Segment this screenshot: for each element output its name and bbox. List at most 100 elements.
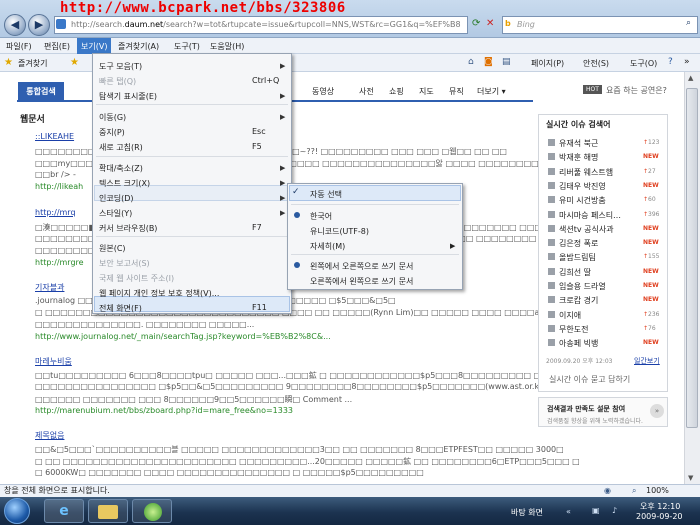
result-title[interactable]: ::LIKEAHE [35, 132, 74, 141]
issue-keyword-link[interactable]: 아송페 빅뱅 [559, 338, 598, 349]
add-favorite-icon[interactable]: ★ [70, 57, 79, 68]
survey-title: 검색결과 만족도 설문 참여 [547, 405, 626, 413]
view-menu-item[interactable]: 이동(G) [99, 112, 126, 123]
explorer-taskbar-button[interactable] [88, 499, 128, 523]
media-taskbar-button[interactable] [132, 499, 172, 523]
rank-icon [548, 339, 555, 347]
menu-bar: 파일(F) 편집(E) 보기(V) 즐겨찾기(A) 도구(T) 도움말(H) [0, 38, 700, 54]
rank-icon [548, 324, 555, 332]
menu-tools[interactable]: 도구(T) [172, 40, 202, 53]
issue-trend-value: 155 [648, 253, 660, 261]
issue-keyword-link[interactable]: 김희선 딸 [559, 267, 591, 278]
view-menu-item[interactable]: 전체 화면(F) [99, 303, 142, 314]
encoding-rtl[interactable]: 오른쪽에서 왼쪽으로 쓰기 문서 [310, 276, 413, 287]
view-menu-item[interactable]: 원본(C) [99, 243, 126, 254]
search-input[interactable]: Bing [502, 16, 698, 34]
scroll-down-icon[interactable]: ▼ [688, 474, 693, 482]
encoding-korean[interactable]: 한국어 [310, 211, 332, 222]
encoding-more[interactable]: 자세히(M) [310, 241, 345, 252]
result-title[interactable]: 제목없음 [35, 430, 64, 441]
view-menu-item[interactable]: 보안 보고서(S) [99, 258, 150, 269]
security-zone-icon[interactable]: ◉ [604, 485, 611, 497]
zoom-level[interactable]: 100% [646, 485, 669, 497]
view-menu-item[interactable]: 커서 브라우징(B) [99, 223, 157, 234]
view-menu-item[interactable]: 도구 모음(T) [99, 61, 142, 72]
issue-trend-badge: ↑155 [643, 253, 659, 260]
menu-view[interactable]: 보기(V) [77, 38, 112, 54]
daily-view-link[interactable]: 일간보기 [634, 356, 660, 366]
address-bar[interactable]: http://search.daum.net/search?w=tot&rtup… [54, 16, 468, 34]
issue-keyword-link[interactable]: 박재훈 해명 [559, 152, 598, 163]
view-menu-item[interactable]: 확대/축소(Z) [99, 163, 143, 174]
search-icon[interactable]: ⌕ [686, 18, 691, 28]
zoom-icon: ⌕ [632, 486, 637, 495]
scroll-up-icon[interactable]: ▲ [688, 74, 693, 82]
forward-button[interactable]: ▶ [28, 14, 50, 36]
result-url[interactable]: http://mrgre [35, 258, 84, 267]
submenu-separator [291, 204, 459, 205]
submenu-arrow-icon: ▶ [280, 164, 286, 172]
menu-separator [96, 104, 288, 105]
rank-icon [548, 282, 555, 289]
desktop-label[interactable]: 바탕 화면 [511, 507, 543, 518]
issue-trend-value: NEW [643, 339, 659, 347]
menu-help[interactable]: 도움말(H) [208, 40, 246, 53]
result-snippet: □ 6000KW□ □□□□□□□ □□□□ □□□□□□□□□□□□□□□ □… [35, 468, 424, 477]
issue-trend-value: NEW [643, 153, 659, 161]
result-snippet: □□□□□□□□□□□□□□. □□□□□□□□ □□□□□... [35, 320, 255, 329]
result-title[interactable]: http://mrq [35, 208, 76, 217]
tab-integrated-search[interactable]: 통합검색 [18, 82, 64, 102]
status-bar: 창을 전체 화면으로 표시합니다. ◉ ⌕ 100% [0, 484, 700, 497]
issue-keyword-link[interactable]: 무한도전 [559, 324, 588, 335]
result-url[interactable]: http://marenubium.net/bbs/zboard.php?id=… [35, 406, 293, 415]
menu-shortcut: Esc [252, 127, 266, 136]
view-menu-item[interactable]: 텍스트 크기(X) [99, 178, 150, 189]
result-snippet: □□tu□□□□□□□□□ 6□□□8□□□□tpu□ □□□□□ □□□...… [35, 371, 569, 380]
encoding-auto-select[interactable]: 자동 선택 [310, 189, 342, 200]
result-url[interactable]: http://www.journalog.net/_main/searchTag… [35, 332, 331, 341]
result-title[interactable]: 마레누비움 [35, 356, 72, 367]
issue-keyword-link[interactable]: 김은정 폭로 [559, 238, 598, 249]
issue-ask-link[interactable]: 실시간 이슈 묻고 답하기 [549, 374, 630, 385]
result-title[interactable]: 기자블과 [35, 282, 64, 293]
issue-keyword-link[interactable]: 임슬용 드라열 [559, 281, 606, 292]
menu-separator [96, 236, 288, 237]
encoding-utf8[interactable]: 유니코드(UTF-8) [310, 226, 369, 237]
view-menu-item[interactable]: 새로 고침(R) [99, 142, 143, 153]
result-snippet: □ □□ □□□□□□□□□□□□□□□□□□□□□□□ □□□□□□□□□..… [35, 457, 580, 466]
result-url[interactable]: http://likeah [35, 182, 83, 191]
folder-icon [98, 505, 118, 519]
menu-edit[interactable]: 편집(E) [42, 40, 72, 53]
back-arrow-icon: ◀ [10, 18, 20, 31]
back-button[interactable]: ◀ [4, 14, 26, 36]
scrollbar-thumb[interactable] [686, 88, 698, 428]
favorites-button[interactable]: 즐겨찾기 [18, 58, 47, 69]
ie-taskbar-icon[interactable]: e [44, 499, 84, 523]
issue-trend-badge: NEW [643, 153, 659, 160]
refresh-icon[interactable]: ⟳ [472, 18, 480, 29]
site-favicon-icon [56, 19, 66, 29]
issue-timestamp: 2009.09.20 오후 12:03 [546, 358, 613, 365]
menu-favorites[interactable]: 즐겨찾기(A) [116, 40, 161, 53]
submenu-arrow-icon: ▶ [450, 242, 456, 250]
clock-date[interactable]: 2009-09-20 [636, 512, 683, 521]
view-menu-item[interactable]: 스타일(Y) [99, 208, 132, 219]
view-menu-item[interactable]: 국제 웹 사이트 주소(I) [99, 273, 174, 284]
view-menu-item[interactable]: 빠른 탭(Q) [99, 76, 136, 87]
view-menu-item[interactable]: 탐색기 표시줄(E) [99, 91, 157, 102]
view-menu-item[interactable]: 인코딩(D) [99, 193, 133, 204]
submenu-separator [291, 254, 459, 255]
network-icon[interactable]: ▣ [592, 506, 600, 515]
view-menu-item[interactable]: 웹 페이지 개인 정보 보호 정책(V)... [99, 288, 219, 299]
stop-icon[interactable]: ✕ [486, 18, 494, 29]
start-button[interactable] [4, 498, 30, 524]
clock-time[interactable]: 오후 12:10 [640, 501, 680, 512]
address-domain: daum.net [124, 20, 164, 29]
issue-keyword-link[interactable]: 올밤드림팀 [559, 252, 596, 263]
encoding-ltr[interactable]: 왼쪽에서 오른쪽으로 쓰기 문서 [310, 261, 413, 272]
menu-file[interactable]: 파일(F) [4, 40, 34, 53]
view-menu-item[interactable]: 중지(P) [99, 127, 125, 138]
volume-icon[interactable]: ♪ [612, 506, 617, 515]
tray-chevron-icon[interactable]: « [566, 507, 571, 516]
menu-shortcut: F11 [252, 303, 267, 312]
